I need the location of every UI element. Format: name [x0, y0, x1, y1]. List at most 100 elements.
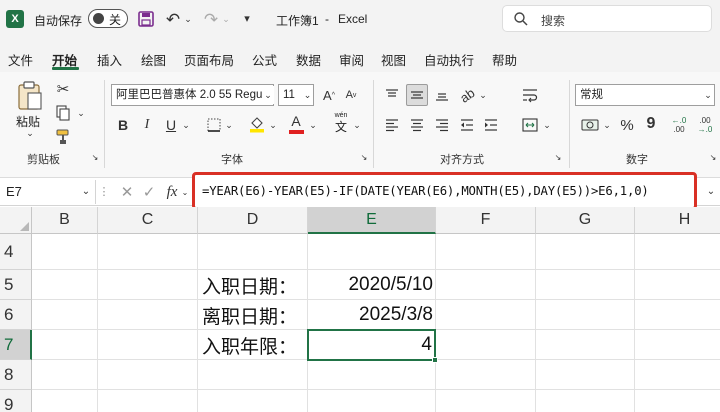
font-color-button[interactable]: A: [288, 113, 304, 135]
alignment-group-label: 对齐方式: [440, 154, 484, 166]
column-header-d[interactable]: D: [198, 207, 308, 234]
phonetic-guide-button[interactable]: wén 文: [330, 111, 352, 137]
align-left-icon[interactable]: [383, 116, 401, 134]
tab-insert[interactable]: 插入: [97, 50, 122, 69]
align-right-icon[interactable]: [433, 116, 451, 134]
merge-dropdown-icon[interactable]: ⌄: [542, 119, 552, 131]
customize-qat-icon[interactable]: ▾: [240, 10, 254, 28]
align-top-icon[interactable]: [383, 86, 401, 104]
corner-triangle: [20, 222, 29, 231]
row-header-7[interactable]: 7: [0, 330, 32, 360]
number-format-dropdown-icon[interactable]: ⌄: [702, 86, 714, 104]
paste-button[interactable]: 粘贴 ⌄: [12, 80, 48, 138]
autosave-toggle[interactable]: 关: [88, 9, 128, 28]
cell-d7[interactable]: 入职年限：: [202, 330, 297, 360]
row-header-9[interactable]: 9: [0, 390, 32, 412]
undo-dropdown-icon[interactable]: ⌄: [183, 12, 193, 26]
increase-font-icon[interactable]: A ^: [320, 86, 338, 104]
merge-center-icon[interactable]: [520, 115, 540, 135]
insert-function-button[interactable]: fx: [162, 182, 182, 202]
increase-indent-icon[interactable]: [482, 116, 500, 134]
decrease-indent-icon[interactable]: [458, 116, 476, 134]
format-painter-icon[interactable]: [54, 128, 72, 146]
row-header-4[interactable]: 4: [0, 234, 32, 270]
comma-style-button[interactable]: 9: [644, 115, 658, 133]
font-name-dropdown-icon[interactable]: ⌄: [262, 86, 274, 104]
phonetic-top: wén: [334, 112, 348, 119]
undo-icon[interactable]: ↶: [163, 9, 183, 29]
search-box[interactable]: 搜索: [502, 5, 712, 32]
save-icon[interactable]: [137, 10, 155, 28]
underline-dropdown-icon[interactable]: ⌄: [181, 119, 191, 131]
redo-icon[interactable]: ↷: [201, 9, 221, 29]
row-header-5[interactable]: 5: [0, 270, 32, 300]
expand-formula-bar-icon[interactable]: ⌄: [704, 184, 718, 200]
tab-draw[interactable]: 绘图: [141, 50, 166, 69]
copy-icon[interactable]: [54, 104, 72, 122]
font-name-select[interactable]: 阿里巴巴普惠体 2.0 55 Regu: [111, 84, 274, 106]
column-header-f[interactable]: F: [436, 207, 536, 234]
formula-input[interactable]: =YEAR(E6)-YEAR(E5)-IF(DATE(YEAR(E6),MONT…: [192, 172, 697, 210]
fill-handle[interactable]: [432, 357, 438, 363]
search-placeholder: 搜索: [541, 14, 566, 28]
tab-file[interactable]: 文件: [8, 50, 33, 69]
percent-style-button[interactable]: %: [618, 116, 636, 134]
formula-bar-grip-icon[interactable]: ⋮: [99, 183, 110, 201]
column-header-h[interactable]: H: [635, 207, 720, 234]
column-header-b[interactable]: B: [32, 207, 98, 234]
copy-dropdown-icon[interactable]: ⌄: [76, 107, 86, 119]
clipboard-launcher-icon[interactable]: ↘: [90, 153, 100, 163]
cell-e7[interactable]: 4: [308, 330, 432, 360]
alignment-launcher-icon[interactable]: ↘: [553, 153, 563, 163]
row-header-6[interactable]: 6: [0, 300, 32, 330]
accounting-dropdown-icon[interactable]: ⌄: [602, 119, 612, 131]
column-header-c[interactable]: C: [98, 207, 198, 234]
align-bottom-icon[interactable]: [433, 86, 451, 104]
name-box-dropdown-icon[interactable]: ⌄: [80, 185, 92, 199]
align-center-icon[interactable]: [408, 116, 426, 134]
cell-d5[interactable]: 入职日期：: [202, 270, 297, 300]
number-launcher-icon[interactable]: ↘: [708, 153, 718, 163]
cell-d6[interactable]: 离职日期：: [202, 300, 297, 330]
tab-automate[interactable]: 自动执行: [424, 50, 474, 69]
tab-formulas[interactable]: 公式: [252, 50, 277, 69]
borders-dropdown-icon[interactable]: ⌄: [224, 119, 234, 131]
underline-button[interactable]: U: [163, 116, 179, 134]
enter-icon[interactable]: ✓: [140, 182, 158, 202]
italic-button[interactable]: I: [139, 116, 155, 134]
font-size-dropdown-icon[interactable]: ⌄: [302, 86, 313, 104]
gridline-v: [197, 234, 198, 412]
tab-page-layout[interactable]: 页面布局: [184, 50, 234, 69]
phonetic-dropdown-icon[interactable]: ⌄: [352, 119, 362, 131]
column-header-g[interactable]: G: [536, 207, 635, 234]
font-size-value: 11: [283, 89, 295, 101]
orientation-dropdown-icon[interactable]: ⌄: [478, 89, 488, 101]
borders-icon[interactable]: [206, 117, 222, 133]
redo-dropdown-icon[interactable]: ⌄: [221, 12, 231, 26]
bold-button[interactable]: B: [115, 116, 131, 134]
cell-e6[interactable]: 2025/3/8: [308, 300, 433, 330]
fill-color-icon[interactable]: [248, 114, 266, 134]
cut-icon[interactable]: ✂: [54, 80, 72, 98]
accounting-format-icon[interactable]: [580, 116, 600, 134]
decrease-decimal-icon[interactable]: .00 →.0: [694, 114, 716, 136]
tab-view[interactable]: 视图: [381, 50, 406, 69]
tab-review[interactable]: 审阅: [339, 50, 364, 69]
cancel-icon[interactable]: ✕: [118, 182, 136, 202]
decrease-font-icon[interactable]: Av: [342, 86, 360, 104]
font-color-dropdown-icon[interactable]: ⌄: [308, 119, 318, 131]
tab-data[interactable]: 数据: [296, 50, 321, 69]
title-separator: -: [325, 12, 329, 26]
fill-color-dropdown-icon[interactable]: ⌄: [268, 119, 278, 131]
align-middle-icon[interactable]: [406, 84, 428, 106]
wrap-text-icon[interactable]: [520, 85, 540, 105]
row-header-8[interactable]: 8: [0, 360, 32, 390]
tab-help[interactable]: 帮助: [492, 50, 517, 69]
excel-logo-icon: X: [6, 10, 24, 28]
increase-decimal-icon[interactable]: ←.0.00: [668, 114, 690, 136]
cell-e5[interactable]: 2020/5/10: [308, 270, 433, 300]
font-launcher-icon[interactable]: ↘: [359, 153, 369, 163]
column-header-e[interactable]: E: [308, 207, 436, 234]
number-format-select[interactable]: 常规: [575, 84, 715, 106]
name-box[interactable]: E7 ⌄: [0, 180, 96, 204]
